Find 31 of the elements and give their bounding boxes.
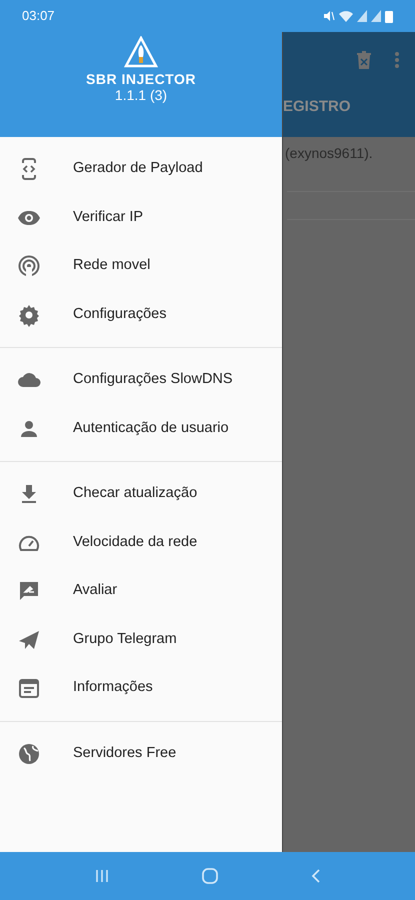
menu-item[interactable]: Velocidade da rede: [0, 518, 282, 567]
wifi-icon: [339, 10, 353, 22]
more-icon[interactable]: [395, 52, 399, 68]
signal-icon: [371, 10, 381, 22]
signal-rings-icon: [17, 254, 41, 278]
menu-item[interactable]: Gerador de Payload: [0, 145, 282, 194]
menu-item[interactable]: Rede movel: [0, 242, 282, 290]
status-time: 03:07: [22, 7, 55, 26]
menu-item[interactable]: Verificar IP: [0, 194, 282, 242]
menu-item[interactable]: Servidores Free: [0, 730, 282, 778]
menu-item[interactable]: Avaliar: [0, 567, 282, 616]
recents-icon[interactable]: [94, 868, 110, 884]
signal-icon: [357, 10, 367, 22]
menu-item[interactable]: Configurações: [0, 290, 282, 339]
calendar-icon: [17, 676, 41, 700]
battery-icon: [385, 10, 393, 22]
mute-icon: [323, 10, 335, 22]
menu-item[interactable]: Grupo Telegram: [0, 616, 282, 664]
menu-item[interactable]: Checar atualização: [0, 470, 282, 518]
globe-icon: [17, 742, 41, 766]
app-title: SBR INJECTOR: [86, 72, 196, 88]
menu-item[interactable]: Autenticação de usuario: [0, 404, 282, 453]
menu-item[interactable]: Informações: [0, 664, 282, 712]
home-icon[interactable]: [200, 867, 218, 885]
app-version: 1.1.1 (3): [114, 87, 168, 104]
settings-icon: [17, 302, 41, 327]
menu-item[interactable]: Configurações SlowDNS: [0, 356, 282, 404]
trash-icon[interactable]: [357, 51, 371, 69]
back-icon[interactable]: [310, 868, 322, 884]
rocket-logo-icon: [124, 36, 158, 68]
log-line: (exynos9611).: [284, 144, 374, 163]
